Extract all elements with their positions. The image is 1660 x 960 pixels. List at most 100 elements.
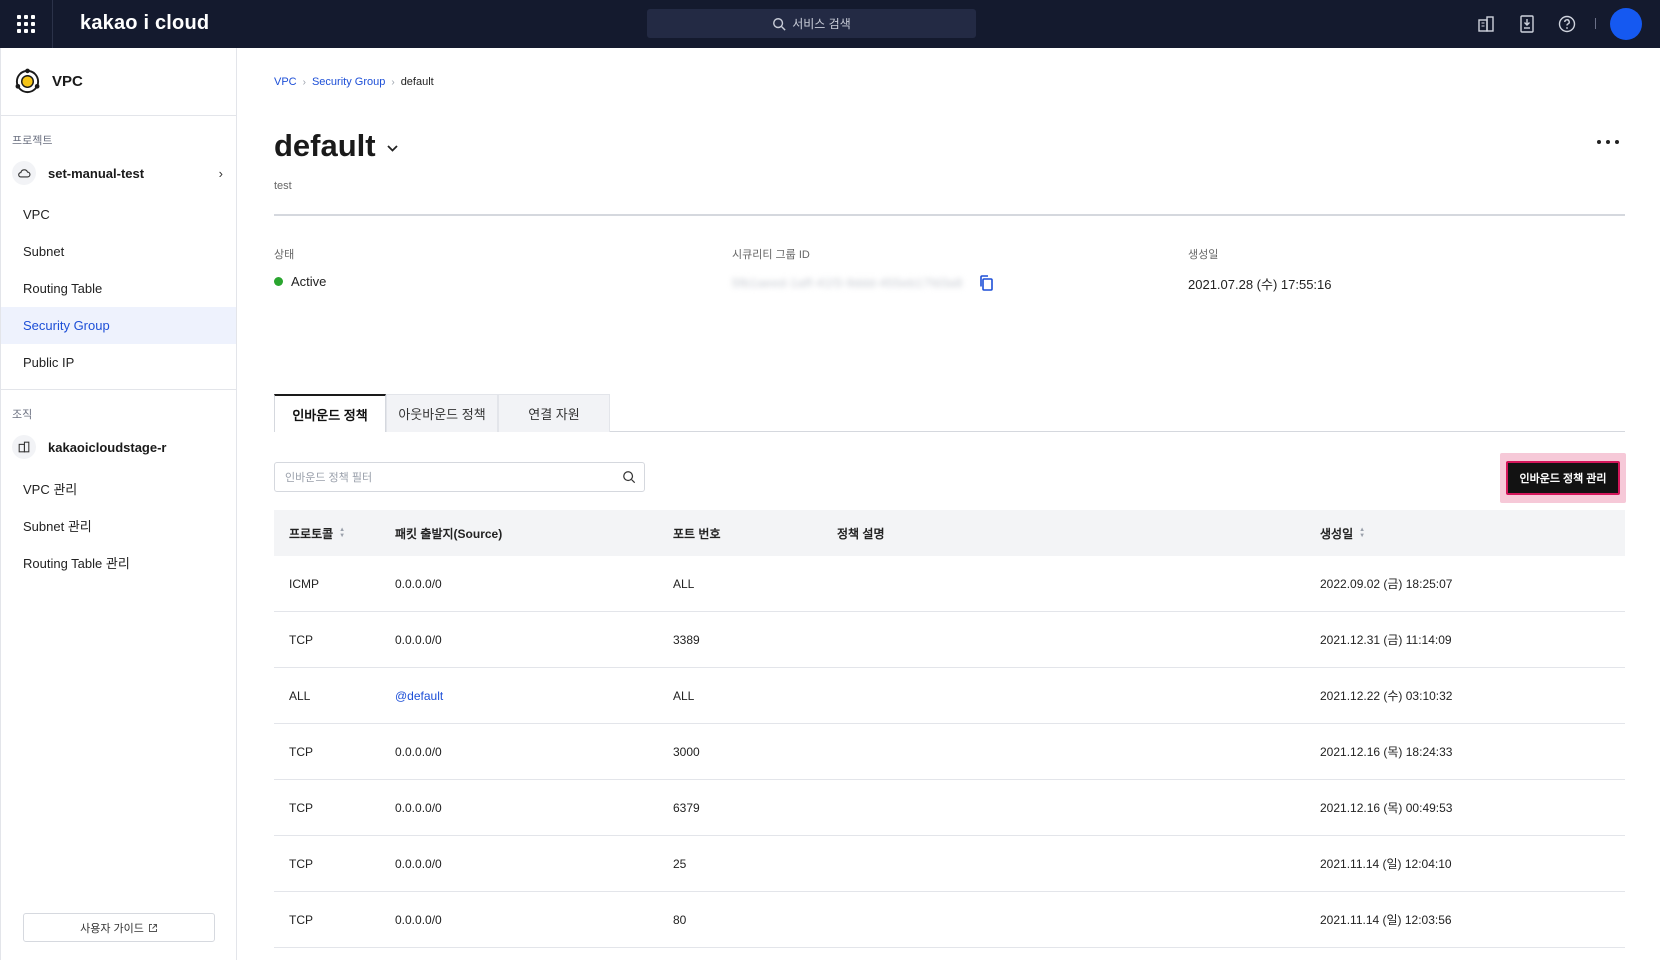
cell-source: 0.0.0.0/0 [395, 800, 442, 815]
cell-port: 3389 [673, 632, 700, 647]
help-icon[interactable] [1557, 14, 1577, 34]
cell-created: 2021.12.22 (수) 03:10:32 [1320, 689, 1453, 703]
org-nav: VPC 관리 Subnet 관리 Routing Table 관리 [1, 470, 236, 581]
breadcrumb-security-group[interactable]: Security Group [312, 76, 385, 88]
document-icon[interactable] [1517, 14, 1537, 34]
sidebar: VPC 프로젝트 set-manual-test › VPC Subnet Ro… [0, 48, 237, 960]
apps-grid-icon[interactable] [17, 15, 35, 33]
cell-created: 2021.12.16 (목) 18:24:33 [1320, 745, 1453, 759]
cell-port: ALL [673, 576, 695, 591]
cell-port: 80 [673, 912, 687, 927]
page-description: test [274, 180, 292, 192]
sort-icon[interactable]: ▲ ▼ [339, 527, 345, 539]
page-title[interactable]: default [274, 128, 399, 164]
organization-selector[interactable]: kakaoicloudstage-r [1, 424, 236, 470]
sidebar-item-vpc-manage[interactable]: VPC 관리 [1, 470, 236, 507]
cell-protocol: TCP [289, 856, 313, 871]
tab-outbound-policy[interactable]: 아웃바운드 정책 [386, 394, 498, 432]
project-selector[interactable]: set-manual-test › [1, 150, 236, 196]
organization-icon[interactable] [1476, 14, 1496, 34]
sidebar-item-security-group[interactable]: Security Group [1, 307, 236, 344]
logo[interactable]: kakao i cloud [80, 12, 209, 35]
sidebar-item-routing-table[interactable]: Routing Table [1, 270, 236, 307]
inbound-policy-table: 프로토콜 ▲ ▼ 패킷 출발지(Source) 포트 번호 정책 설명 생성일 ▲… [274, 510, 1625, 948]
cell-protocol: TCP [289, 912, 313, 927]
user-avatar[interactable] [1610, 8, 1642, 40]
sidebar-item-vpc[interactable]: VPC [1, 196, 236, 233]
title-divider [274, 214, 1625, 216]
status-active-icon [274, 277, 283, 286]
security-group-id-value: 5fb1aeed-1aff-41f3-9ddd-455eb17fd3a8 [732, 276, 963, 290]
cell-protocol: TCP [289, 632, 313, 647]
column-created[interactable]: 생성일 ▲ ▼ [1320, 525, 1625, 542]
sidebar-item-public-ip[interactable]: Public IP [1, 344, 236, 381]
filter-placeholder: 인바운드 정책 필터 [285, 472, 373, 484]
created-value: 2021.07.28 (수) 17:55:16 [1188, 277, 1332, 292]
inbound-filter-input[interactable]: 인바운드 정책 필터 [274, 462, 645, 492]
breadcrumb: VPC › Security Group › default [274, 76, 434, 88]
tab-inbound-policy[interactable]: 인바운드 정책 [274, 394, 386, 432]
cell-source-link[interactable]: @default [395, 689, 673, 703]
user-guide-button[interactable]: 사용자 가이드 [23, 913, 215, 942]
cell-port: 3000 [673, 744, 700, 759]
table-row[interactable]: ALL @default ALL 2021.12.22 (수) 03:10:32 [274, 668, 1625, 724]
sidebar-divider [1, 389, 236, 390]
cell-source: 0.0.0.0/0 [395, 744, 442, 759]
org-section-label: 조직 [12, 409, 33, 421]
chevron-right-icon: › [218, 165, 223, 181]
cell-created: 2021.12.16 (목) 00:49:53 [1320, 801, 1453, 815]
security-group-id-label: 시큐리티 그룹 ID [732, 249, 810, 261]
table-row[interactable]: TCP 0.0.0.0/0 3000 2021.12.16 (목) 18:24:… [274, 724, 1625, 780]
copy-icon[interactable] [977, 274, 995, 292]
cell-protocol: TCP [289, 800, 313, 815]
column-protocol[interactable]: 프로토콜 ▲ ▼ [274, 525, 395, 542]
cell-created: 2021.11.14 (일) 12:04:10 [1320, 857, 1452, 871]
cell-port: 6379 [673, 800, 700, 815]
status-label: 상태 [274, 249, 295, 261]
topbar-separator [1595, 18, 1596, 29]
chevron-down-icon[interactable] [386, 144, 399, 153]
cell-source: 0.0.0.0/0 [395, 856, 442, 871]
search-placeholder: 서비스 검색 [792, 17, 851, 31]
column-port: 포트 번호 [673, 526, 721, 541]
vpc-service-icon [15, 68, 40, 94]
cell-protocol: TCP [289, 744, 313, 759]
column-source: 패킷 출발지(Source) [395, 526, 503, 541]
search-icon [773, 17, 786, 31]
organization-name: kakaoicloudstage-r [48, 439, 167, 455]
sidebar-item-routing-table-manage[interactable]: Routing Table 관리 [1, 544, 236, 581]
manage-button-highlight: 인바운드 정책 관리 [1500, 453, 1626, 503]
breadcrumb-separator-icon: › [302, 76, 306, 88]
breadcrumb-current: default [400, 76, 434, 88]
building-icon [12, 435, 36, 459]
table-row[interactable]: TCP 0.0.0.0/0 80 2021.11.14 (일) 12:03:56 [274, 892, 1625, 948]
column-created-label: 생성일 [1320, 526, 1354, 541]
service-search-input[interactable]: 서비스 검색 [647, 9, 976, 38]
table-row[interactable]: ICMP 0.0.0.0/0 ALL 2022.09.02 (금) 18:25:… [274, 556, 1625, 612]
manage-inbound-policy-button[interactable]: 인바운드 정책 관리 [1506, 461, 1620, 495]
top-bar: kakao i cloud 서비스 검색 [0, 0, 1660, 48]
cell-source: 0.0.0.0/0 [395, 576, 442, 591]
column-description: 정책 설명 [837, 526, 885, 541]
project-section-label: 프로젝트 [12, 135, 53, 147]
status-info: 상태 Active [274, 246, 326, 289]
project-nav: VPC Subnet Routing Table Security Group … [1, 196, 236, 381]
search-icon [623, 471, 636, 484]
breadcrumb-vpc[interactable]: VPC [274, 76, 297, 88]
sidebar-item-subnet[interactable]: Subnet [1, 233, 236, 270]
cell-created: 2022.09.02 (금) 18:25:07 [1320, 577, 1453, 591]
created-label: 생성일 [1188, 249, 1219, 261]
tab-connected-resources[interactable]: 연결 자원 [498, 394, 610, 432]
table-row[interactable]: TCP 0.0.0.0/0 3389 2021.12.31 (금) 11:14:… [274, 612, 1625, 668]
more-options-icon[interactable] [1594, 138, 1622, 146]
column-protocol-label: 프로토콜 [289, 526, 334, 541]
cell-port: ALL [673, 688, 695, 703]
table-row[interactable]: TCP 0.0.0.0/0 6379 2021.12.16 (목) 00:49:… [274, 780, 1625, 836]
sidebar-item-subnet-manage[interactable]: Subnet 관리 [1, 507, 236, 544]
project-name: set-manual-test [48, 165, 145, 181]
status-value: Active [291, 274, 327, 289]
sort-icon[interactable]: ▲ ▼ [1359, 527, 1365, 539]
table-row[interactable]: TCP 0.0.0.0/0 25 2021.11.14 (일) 12:04:10 [274, 836, 1625, 892]
cell-source: 0.0.0.0/0 [395, 632, 442, 647]
breadcrumb-separator-icon: › [391, 76, 395, 88]
